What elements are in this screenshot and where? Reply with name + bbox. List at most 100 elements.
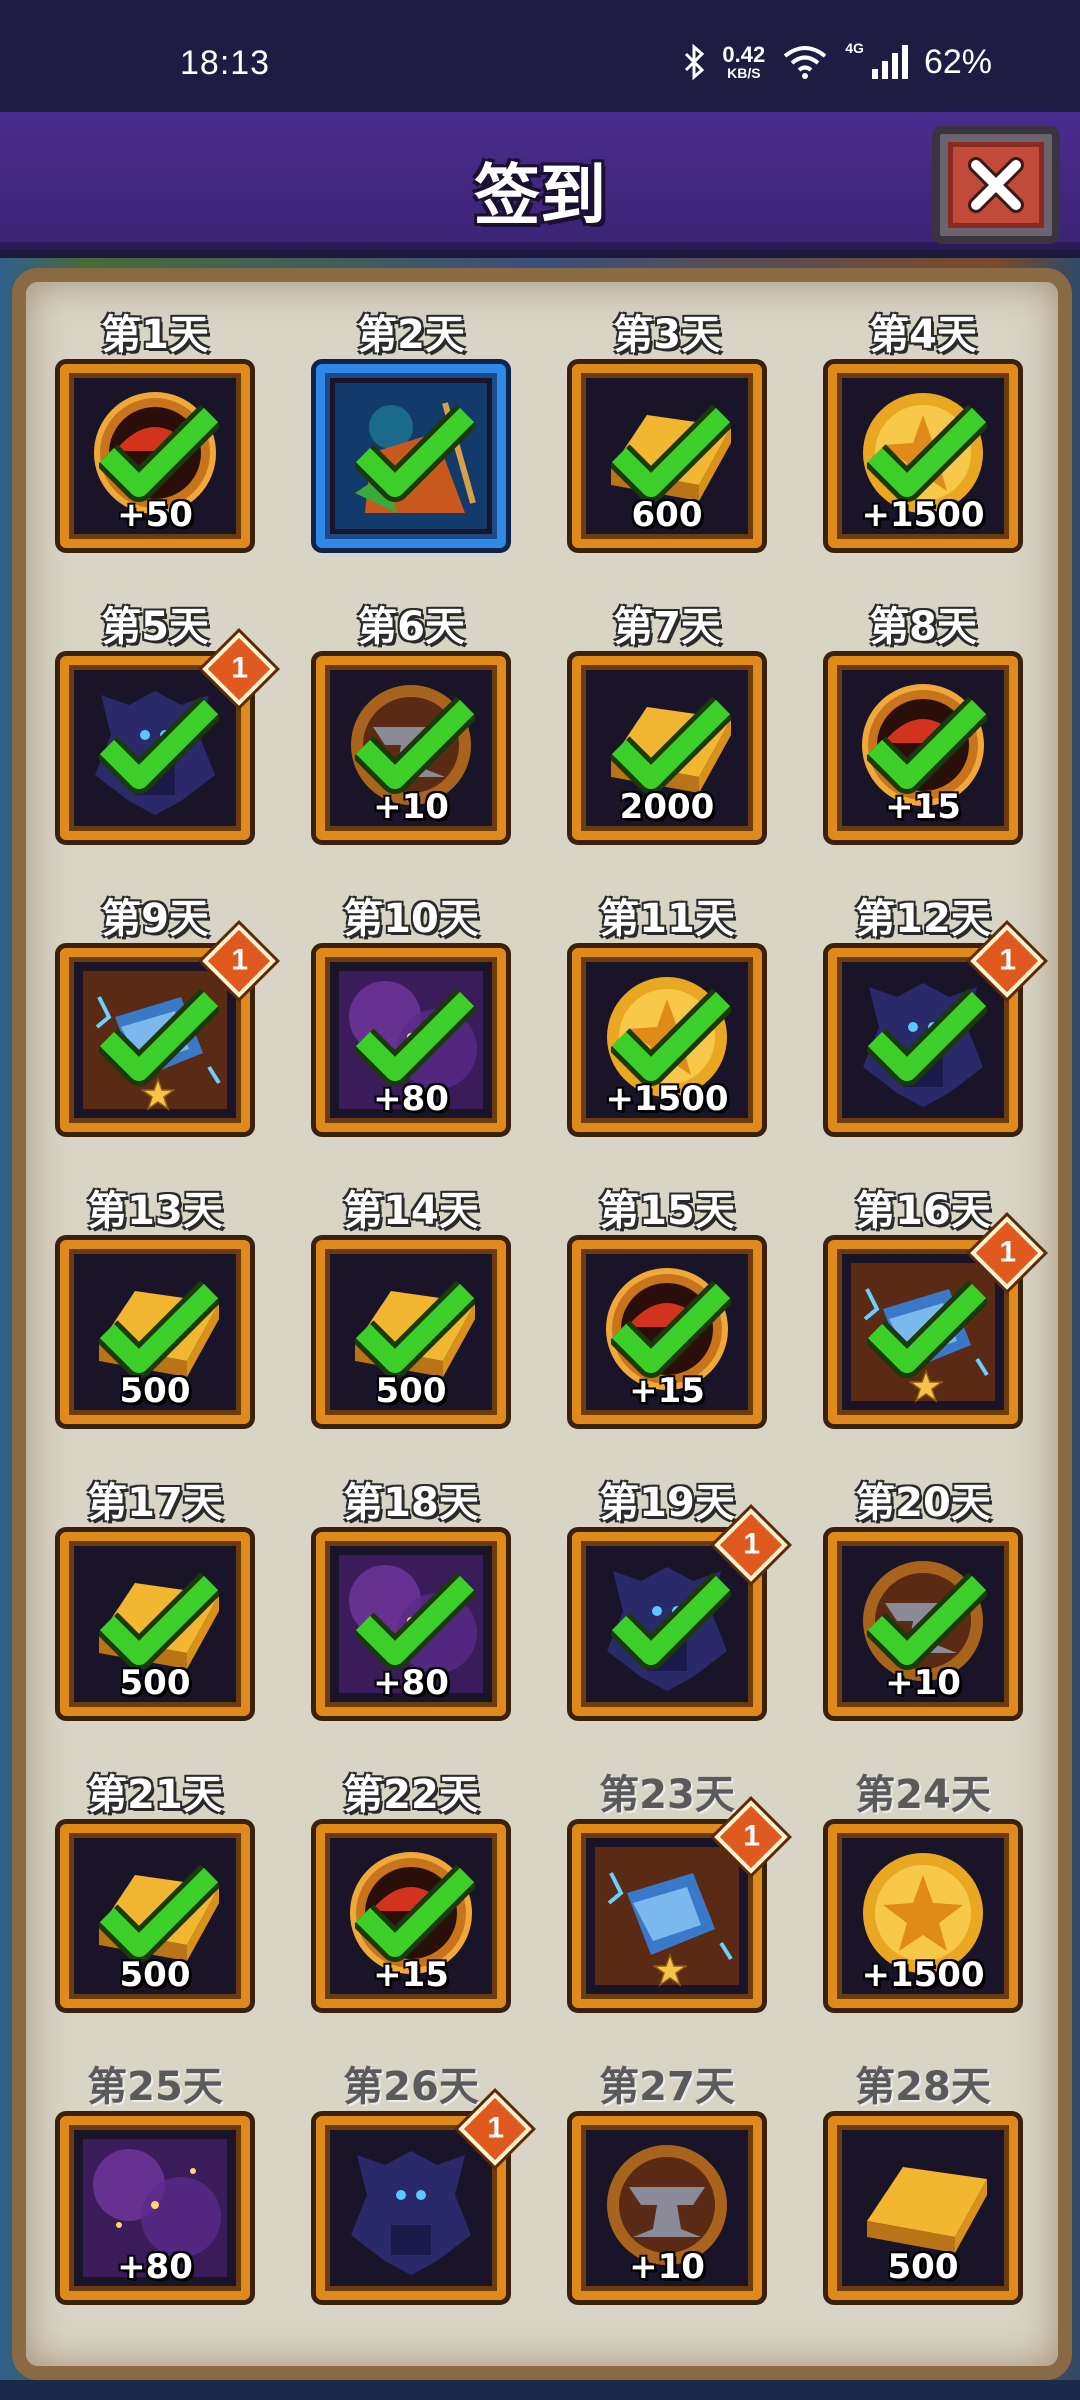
day-cell[interactable]: 第28天 500 (828, 2044, 1018, 2336)
check-mark-icon (99, 1280, 219, 1378)
day-cell[interactable]: 第27天 +10 (572, 2044, 762, 2336)
day-label: 第15天 (599, 1188, 735, 1234)
day-cell[interactable]: 第13天 500 (60, 1168, 250, 1460)
network-type: 4G (845, 40, 864, 56)
reward-amount: 500 (887, 2247, 959, 2287)
day-cell[interactable]: 第4天 +1500 (828, 292, 1018, 584)
check-mark-icon (611, 988, 731, 1086)
day-label: 第28天 (855, 2064, 991, 2110)
reward-tile[interactable]: 1 (60, 924, 276, 1132)
day-cell[interactable]: 第11天 +1500 (572, 876, 762, 1168)
day-label: 第22天 (343, 1772, 479, 1818)
day-cell[interactable]: 第19天 1 (572, 1460, 788, 1752)
day-cell[interactable]: 第3天 600 (572, 292, 762, 584)
reward-amount: +10 (629, 2247, 705, 2287)
day-label: 第21天 (87, 1772, 223, 1818)
day-cell[interactable]: 第15天 +15 (572, 1168, 762, 1460)
day-cell[interactable]: 第26天 1 (316, 2044, 532, 2336)
day-label: 第3天 (613, 312, 721, 358)
day-label: 第10天 (343, 896, 479, 942)
reward-tile[interactable]: +50 (60, 364, 250, 548)
day-cell[interactable]: 第17天 500 (60, 1460, 250, 1752)
reward-tile[interactable]: +1500 (572, 948, 762, 1132)
day-label: 第8天 (869, 604, 977, 650)
badge-count: 1 (231, 943, 249, 977)
badge-count: 1 (487, 2111, 505, 2145)
reward-tile[interactable]: +1500 (828, 364, 1018, 548)
day-cell[interactable]: 第24天 +1500 (828, 1752, 1018, 2044)
badge-count: 1 (231, 651, 249, 685)
day-cell[interactable]: 第22天 +15 (316, 1752, 506, 2044)
reward-tile[interactable]: +80 (316, 1532, 506, 1716)
close-button[interactable] (932, 126, 1060, 244)
reward-tile[interactable]: +10 (828, 1532, 1018, 1716)
day-cell[interactable]: 第10天 +80 (316, 876, 506, 1168)
reward-tile[interactable]: 500 (60, 1824, 250, 2008)
check-mark-icon (355, 404, 475, 502)
reward-tile[interactable]: +15 (316, 1824, 506, 2008)
reward-amount: +15 (629, 1371, 705, 1411)
reward-tile[interactable]: 1 (572, 1800, 788, 2008)
day-cell[interactable]: 第20天 +10 (828, 1460, 1018, 1752)
day-cell[interactable]: 第16天 1 (828, 1168, 1044, 1460)
day-cell[interactable]: 第2天 (316, 292, 506, 584)
day-cell[interactable]: 第23天 1 (572, 1752, 788, 2044)
reward-tile[interactable]: 500 (60, 1240, 250, 1424)
reward-tile[interactable]: +10 (572, 2116, 762, 2300)
day-label: 第11天 (599, 896, 735, 942)
reward-tile[interactable]: +10 (316, 656, 506, 840)
day-label: 第6天 (357, 604, 465, 650)
reward-tile[interactable]: +80 (316, 948, 506, 1132)
day-cell[interactable]: 第25天 +80 (60, 2044, 250, 2336)
check-mark-icon (867, 1280, 987, 1378)
network-speed-value: 0.42 (722, 42, 766, 67)
day-cell[interactable]: 第6天 +10 (316, 584, 506, 876)
day-cell[interactable]: 第1天 +50 (60, 292, 250, 584)
badge-count: 1 (743, 1819, 761, 1853)
reward-tile[interactable] (316, 364, 506, 548)
reward-tile[interactable]: 1 (828, 1216, 1044, 1424)
reward-tile[interactable]: 500 (828, 2116, 1018, 2300)
day-label: 第7天 (613, 604, 721, 650)
reward-amount: +80 (373, 1079, 449, 1119)
check-mark-icon (355, 1864, 475, 1962)
page-title: 签到 (474, 157, 606, 234)
day-cell[interactable]: 第8天 +15 (828, 584, 1018, 876)
day-cell[interactable]: 第21天 500 (60, 1752, 250, 2044)
reward-tile[interactable]: +15 (828, 656, 1018, 840)
reward-tile[interactable]: +15 (572, 1240, 762, 1424)
reward-tile[interactable]: +80 (60, 2116, 250, 2300)
check-mark-icon (867, 1572, 987, 1670)
reward-tile[interactable]: 1 (60, 632, 276, 840)
reward-tile[interactable]: 1 (572, 1508, 788, 1716)
day-cell[interactable]: 第7天 2000 (572, 584, 762, 876)
network-speed: 0.42 KB/S (722, 42, 766, 81)
day-cell[interactable]: 第5天 1 (60, 584, 276, 876)
reward-tile[interactable]: 2000 (572, 656, 762, 840)
day-label: 第27天 (599, 2064, 735, 2110)
check-mark-icon (99, 404, 219, 502)
day-label: 第14天 (343, 1188, 479, 1234)
day-label: 第1天 (101, 312, 209, 358)
reward-amount: +80 (373, 1663, 449, 1703)
day-cell[interactable]: 第14天 500 (316, 1168, 506, 1460)
day-label: 第18天 (343, 1480, 479, 1526)
day-cell[interactable]: 第18天 +80 (316, 1460, 506, 1752)
check-mark-icon (99, 1572, 219, 1670)
badge-count: 1 (999, 1235, 1017, 1269)
check-in-grid: 第1天 +50 第2天 第3天 600 第4天 +1500 第5天 1 第6天 +10 第7天 2000… (60, 292, 1044, 2336)
reward-tile[interactable]: 500 (60, 1532, 250, 1716)
check-mark-icon (99, 988, 219, 1086)
check-mark-icon (99, 696, 219, 794)
check-mark-icon (611, 1280, 731, 1378)
reward-tile[interactable]: 1 (828, 924, 1044, 1132)
reward-tile[interactable]: +1500 (828, 1824, 1018, 2008)
reward-tile[interactable]: 500 (316, 1240, 506, 1424)
check-mark-icon (355, 696, 475, 794)
check-mark-icon (867, 404, 987, 502)
reward-tile[interactable]: 600 (572, 364, 762, 548)
day-cell[interactable]: 第12天 1 (828, 876, 1044, 1168)
day-cell[interactable]: 第9天 1 (60, 876, 276, 1168)
reward-tile[interactable]: 1 (316, 2092, 532, 2300)
day-label: 第20天 (855, 1480, 991, 1526)
